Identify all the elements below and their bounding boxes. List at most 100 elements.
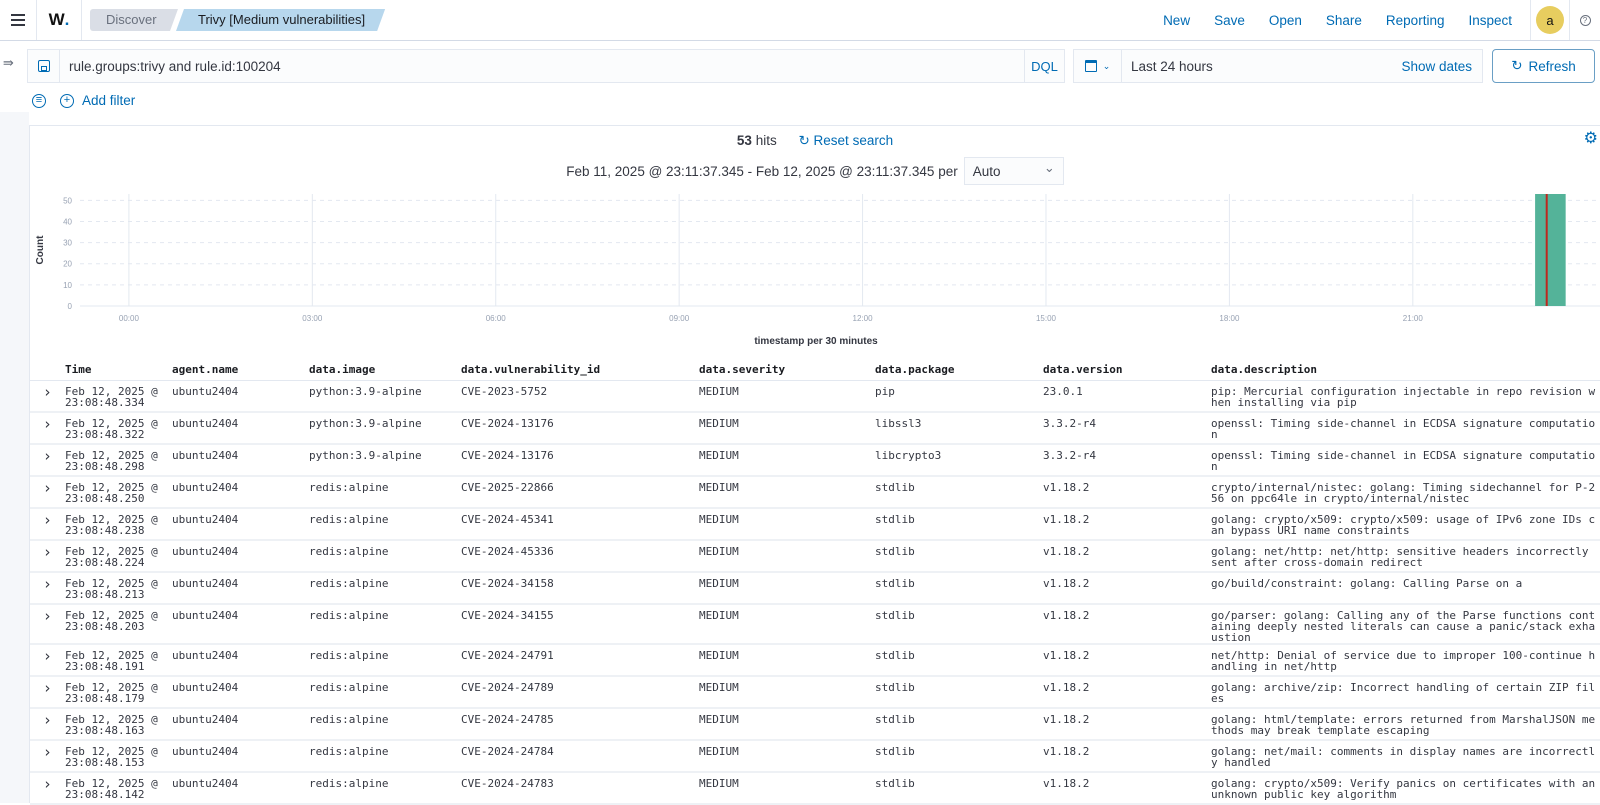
query-input[interactable] [60,58,1024,74]
cell-image: redis:alpine [309,572,461,605]
show-dates-button[interactable]: Show dates [1401,59,1472,74]
sidebar-toggle-icon[interactable]: ⇛ [3,55,14,71]
cell-package: stdlib [875,508,1043,541]
column-header-description[interactable]: data.description [1211,356,1600,381]
expand-row-button[interactable]: › [30,604,65,645]
breadcrumb-discover[interactable]: Discover [90,9,178,31]
cell-version: 23.0.1 [1043,380,1211,413]
quick-date-menu-button[interactable]: ⌄ [1074,50,1122,82]
cell-time: Feb 12, 2025 @ 23:08:48.322 [65,412,172,445]
x-tick-label: 12:00 [853,314,874,323]
table-row: › Feb 12, 2025 @ 23:08:48.298 ubuntu2404 py… [30,444,1600,477]
add-filter-button[interactable]: + Add filter [60,93,135,108]
app-logo[interactable]: W. [37,0,82,40]
cell-image: redis:alpine [309,740,461,773]
histogram-chart: 0 10 20 30 40 50 00:00 03:00 06:00 09:00 12:00 15:0… [35,194,1600,347]
calendar-icon [1084,60,1097,72]
x-tick-label: 21:00 [1403,314,1424,323]
cell-agent-name: ubuntu2404 [172,740,309,773]
table-header: Time agent.name data.image data.vulnerabili… [30,356,1600,381]
cell-version: v1.18.2 [1043,540,1211,573]
histogram-bar [1535,194,1566,306]
table-row: › Feb 12, 2025 @ 23:08:48.203 ubuntu2404 re… [30,604,1600,645]
chevron-right-icon: › [44,382,51,401]
cell-vulnerability-id: CVE-2024-45336 [461,540,699,573]
table-row: › Feb 12, 2025 @ 23:08:48.334 ubuntu2404 py… [30,380,1600,413]
column-header-time[interactable]: Time [65,356,172,381]
open-button[interactable]: Open [1269,13,1302,28]
cell-vulnerability-id: CVE-2024-24784 [461,740,699,773]
new-button[interactable]: New [1163,13,1190,28]
expand-row-button[interactable]: › [30,772,65,805]
cell-agent-name: ubuntu2404 [172,676,309,709]
cell-description: openssl: Timing side-channel in ECDSA si… [1211,412,1600,445]
column-header-severity[interactable]: data.severity [699,356,875,381]
histogram-range: Feb 11, 2025 @ 23:11:37.345 - Feb 12, 20… [30,157,1600,185]
y-tick-label: 0 [68,302,73,311]
column-header-package[interactable]: data.package [875,356,1043,381]
user-menu[interactable]: a [1530,0,1570,40]
column-header-version[interactable]: data.version [1043,356,1211,381]
y-tick-label: 50 [63,196,72,205]
saved-query-button[interactable] [28,50,60,82]
cell-severity: MEDIUM [699,572,875,605]
cell-severity: MEDIUM [699,676,875,709]
filter-options-icon[interactable]: ≡ [32,93,46,108]
save-button[interactable]: Save [1214,13,1245,28]
refresh-button[interactable]: ↻ Refresh [1492,49,1595,83]
time-range-text[interactable]: Last 24 hours [1131,59,1213,74]
cell-version: 3.3.2-r4 [1043,444,1211,477]
chevron-right-icon: › [44,511,51,529]
cell-agent-name: ubuntu2404 [172,412,309,445]
cell-severity: MEDIUM [699,380,875,413]
cell-image: python:3.9-alpine [309,380,461,413]
interval-select[interactable]: Auto [963,157,1064,185]
table-row: › Feb 12, 2025 @ 23:08:48.179 ubuntu2404 re… [30,676,1600,709]
expand-row-button[interactable]: › [30,740,65,773]
expand-column-header [30,356,65,381]
gear-icon[interactable]: ⚙ [1584,128,1598,148]
expand-row-button[interactable]: › [30,412,65,445]
expand-row-button[interactable]: › [30,676,65,709]
cell-description: golang: crypto/x509: Verify panics on ce… [1211,772,1600,805]
cell-vulnerability-id: CVE-2024-24789 [461,676,699,709]
cell-image: python:3.9-alpine [309,444,461,477]
cell-package: pip [875,380,1043,413]
reset-search-button[interactable]: ↻ Reset search [798,133,893,148]
chevron-right-icon: › [44,575,51,593]
column-header-vulnerability-id[interactable]: data.vulnerability_id [461,356,699,381]
left-gutter [0,112,29,803]
expand-row-button[interactable]: › [30,644,65,677]
expand-row-button[interactable]: › [30,540,65,573]
share-button[interactable]: Share [1326,13,1362,28]
chevron-right-icon: › [44,415,51,433]
cell-vulnerability-id: CVE-2024-24785 [461,708,699,741]
table-row: › Feb 12, 2025 @ 23:08:48.153 ubuntu2404 re… [30,740,1600,773]
cell-time: Feb 12, 2025 @ 23:08:48.298 [65,444,172,477]
menu-button[interactable] [0,0,37,40]
filter-bar: ≡ + Add filter [32,93,135,108]
chevron-down-icon: ⌄ [1102,60,1111,71]
cell-vulnerability-id: CVE-2024-13176 [461,412,699,445]
cell-description: golang: net/http: net/http: sensitive he… [1211,540,1600,573]
expand-row-button[interactable]: › [30,476,65,509]
cell-package: stdlib [875,540,1043,573]
inspect-button[interactable]: Inspect [1468,13,1512,28]
cell-image: python:3.9-alpine [309,412,461,445]
expand-row-button[interactable]: › [30,508,65,541]
help-button[interactable]: ? [1570,14,1600,26]
expand-row-button[interactable]: › [30,444,65,477]
reporting-button[interactable]: Reporting [1386,13,1445,28]
expand-row-button[interactable]: › [30,380,65,413]
cell-vulnerability-id: CVE-2024-34158 [461,572,699,605]
hits-count: 53 [736,133,752,148]
y-tick-label: 30 [63,239,72,248]
column-header-agent-name[interactable]: agent.name [172,356,309,381]
expand-row-button[interactable]: › [30,572,65,605]
cell-severity: MEDIUM [699,604,875,645]
column-header-image[interactable]: data.image [309,356,461,381]
query-language-button[interactable]: DQL [1024,50,1064,82]
cell-vulnerability-id: CVE-2024-45341 [461,508,699,541]
expand-row-button[interactable]: › [30,708,65,741]
cell-package: stdlib [875,476,1043,509]
